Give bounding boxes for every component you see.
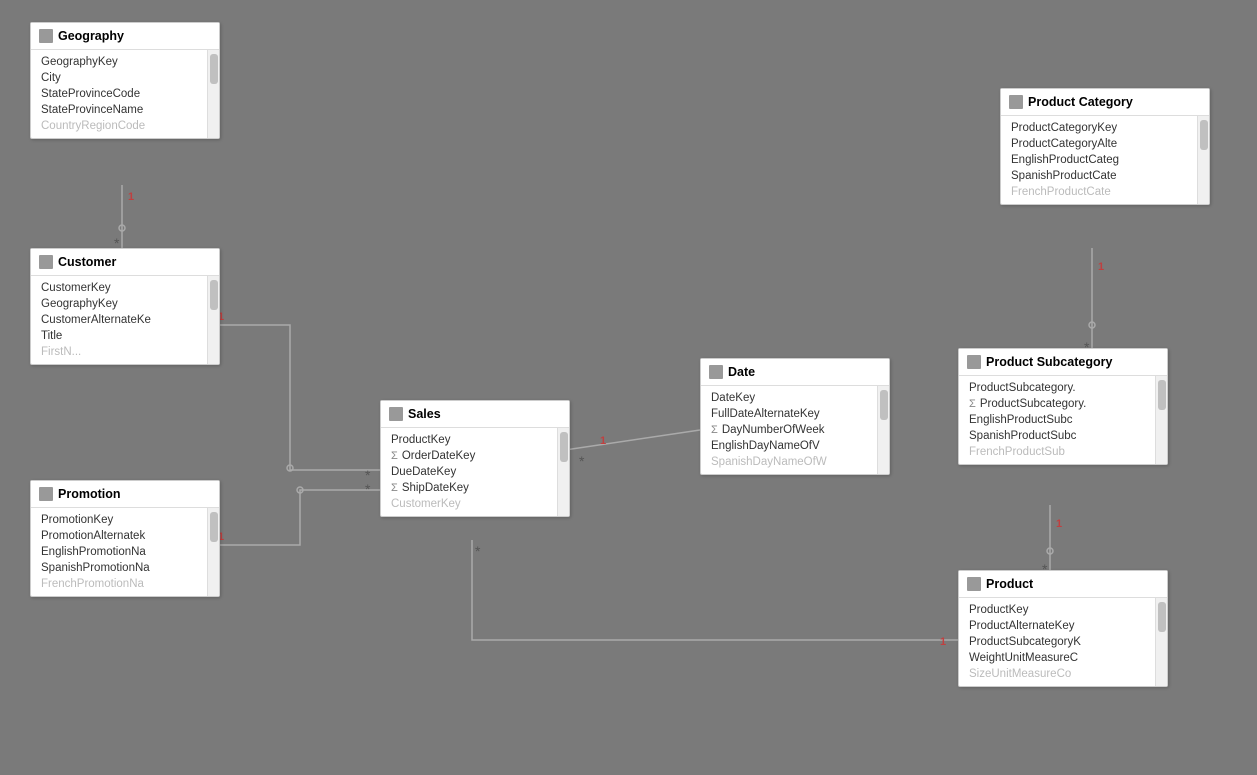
table-row: DateKey (701, 390, 875, 406)
table-row: SpanishProductSubc (959, 428, 1153, 444)
product-table: Product ProductKey ProductAlternateKey P… (958, 570, 1168, 687)
table-row: FrenchProductSub (959, 444, 1153, 460)
svg-text:*: * (579, 453, 585, 469)
table-row: ProductCategoryAlte (1001, 136, 1195, 152)
product-subcategory-header: Product Subcategory (959, 349, 1167, 376)
promotion-table: Promotion PromotionKey PromotionAlternat… (30, 480, 220, 597)
product-header: Product (959, 571, 1167, 598)
table-icon (39, 255, 53, 269)
table-icon (39, 29, 53, 43)
product-category-header: Product Category (1001, 89, 1209, 116)
table-row: SpanishDayNameOfW (701, 454, 875, 470)
sales-title: Sales (408, 407, 441, 421)
table-row: CustomerKey (381, 496, 555, 512)
geography-header: Geography (31, 23, 219, 50)
diagram-canvas: 1 * 1 * 1 * 1 * * 1 1 * 1 * G (0, 0, 1257, 775)
table-row: ΣShipDateKey (381, 480, 555, 496)
sales-table: Sales ProductKey ΣOrderDateKey DueDateKe… (380, 400, 570, 517)
date-table: Date DateKey FullDateAlternateKey ΣDayNu… (700, 358, 890, 475)
svg-text:*: * (365, 481, 371, 497)
product-subcategory-table: Product Subcategory ProductSubcategory. … (958, 348, 1168, 465)
sales-body: ProductKey ΣOrderDateKey DueDateKey ΣShi… (381, 428, 569, 516)
table-row: ProductCategoryKey (1001, 120, 1195, 136)
table-row: CustomerAlternateKe (31, 312, 205, 328)
promotion-body: PromotionKey PromotionAlternatek English… (31, 508, 219, 596)
table-icon (967, 355, 981, 369)
table-row: ProductSubcategoryK (959, 634, 1153, 650)
table-row: PromotionKey (31, 512, 205, 528)
table-row: PromotionAlternatek (31, 528, 205, 544)
date-header: Date (701, 359, 889, 386)
table-row: GeographyKey (31, 54, 205, 70)
table-icon (1009, 95, 1023, 109)
customer-header: Customer (31, 249, 219, 276)
product-body: ProductKey ProductAlternateKey ProductSu… (959, 598, 1167, 686)
table-row: EnglishProductCateg (1001, 152, 1195, 168)
table-row: ProductKey (381, 432, 555, 448)
product-category-title: Product Category (1028, 95, 1133, 109)
table-icon (39, 487, 53, 501)
table-row: EnglishDayNameOfV (701, 438, 875, 454)
customer-body: CustomerKey GeographyKey CustomerAlterna… (31, 276, 219, 364)
table-row: Title (31, 328, 205, 344)
table-row: CountryRegionCode (31, 118, 205, 134)
product-category-table: Product Category ProductCategoryKey Prod… (1000, 88, 1210, 205)
product-subcategory-body: ProductSubcategory. ΣProductSubcategory.… (959, 376, 1167, 464)
table-row: SpanishPromotionNa (31, 560, 205, 576)
svg-text:1: 1 (600, 435, 606, 447)
table-row: FrenchPromotionNa (31, 576, 205, 592)
table-icon (709, 365, 723, 379)
product-subcategory-title: Product Subcategory (986, 355, 1112, 369)
table-row: City (31, 70, 205, 86)
table-row: StateProvinceCode (31, 86, 205, 102)
table-row: SizeUnitMeasureCo (959, 666, 1153, 682)
table-row: EnglishPromotionNa (31, 544, 205, 560)
geography-body: GeographyKey City StateProvinceCode Stat… (31, 50, 219, 138)
table-row: ΣProductSubcategory. (959, 396, 1153, 412)
table-row: StateProvinceName (31, 102, 205, 118)
geography-table: Geography GeographyKey City StateProvinc… (30, 22, 220, 139)
svg-text:1: 1 (1098, 261, 1104, 273)
svg-text:*: * (475, 543, 481, 559)
table-row: FirstN... (31, 344, 205, 360)
geography-title: Geography (58, 29, 124, 43)
table-icon (389, 407, 403, 421)
table-row: ProductAlternateKey (959, 618, 1153, 634)
table-row: DueDateKey (381, 464, 555, 480)
product-category-body: ProductCategoryKey ProductCategoryAlte E… (1001, 116, 1209, 204)
svg-text:1: 1 (940, 636, 946, 648)
table-icon (967, 577, 981, 591)
table-row: ProductKey (959, 602, 1153, 618)
table-row: ΣDayNumberOfWeek (701, 422, 875, 438)
table-row: FrenchProductCate (1001, 184, 1195, 200)
customer-title: Customer (58, 255, 116, 269)
svg-text:*: * (365, 467, 371, 483)
date-title: Date (728, 365, 755, 379)
table-row: WeightUnitMeasureC (959, 650, 1153, 666)
svg-text:1: 1 (1056, 518, 1062, 530)
table-row: SpanishProductCate (1001, 168, 1195, 184)
table-row: ΣOrderDateKey (381, 448, 555, 464)
table-row: CustomerKey (31, 280, 205, 296)
promotion-title: Promotion (58, 487, 121, 501)
table-row: ProductSubcategory. (959, 380, 1153, 396)
promotion-header: Promotion (31, 481, 219, 508)
table-row: EnglishProductSubc (959, 412, 1153, 428)
sales-header: Sales (381, 401, 569, 428)
customer-table: Customer CustomerKey GeographyKey Custom… (30, 248, 220, 365)
svg-text:1: 1 (128, 191, 134, 203)
table-row: FullDateAlternateKey (701, 406, 875, 422)
date-body: DateKey FullDateAlternateKey ΣDayNumberO… (701, 386, 889, 474)
table-row: GeographyKey (31, 296, 205, 312)
product-title: Product (986, 577, 1033, 591)
